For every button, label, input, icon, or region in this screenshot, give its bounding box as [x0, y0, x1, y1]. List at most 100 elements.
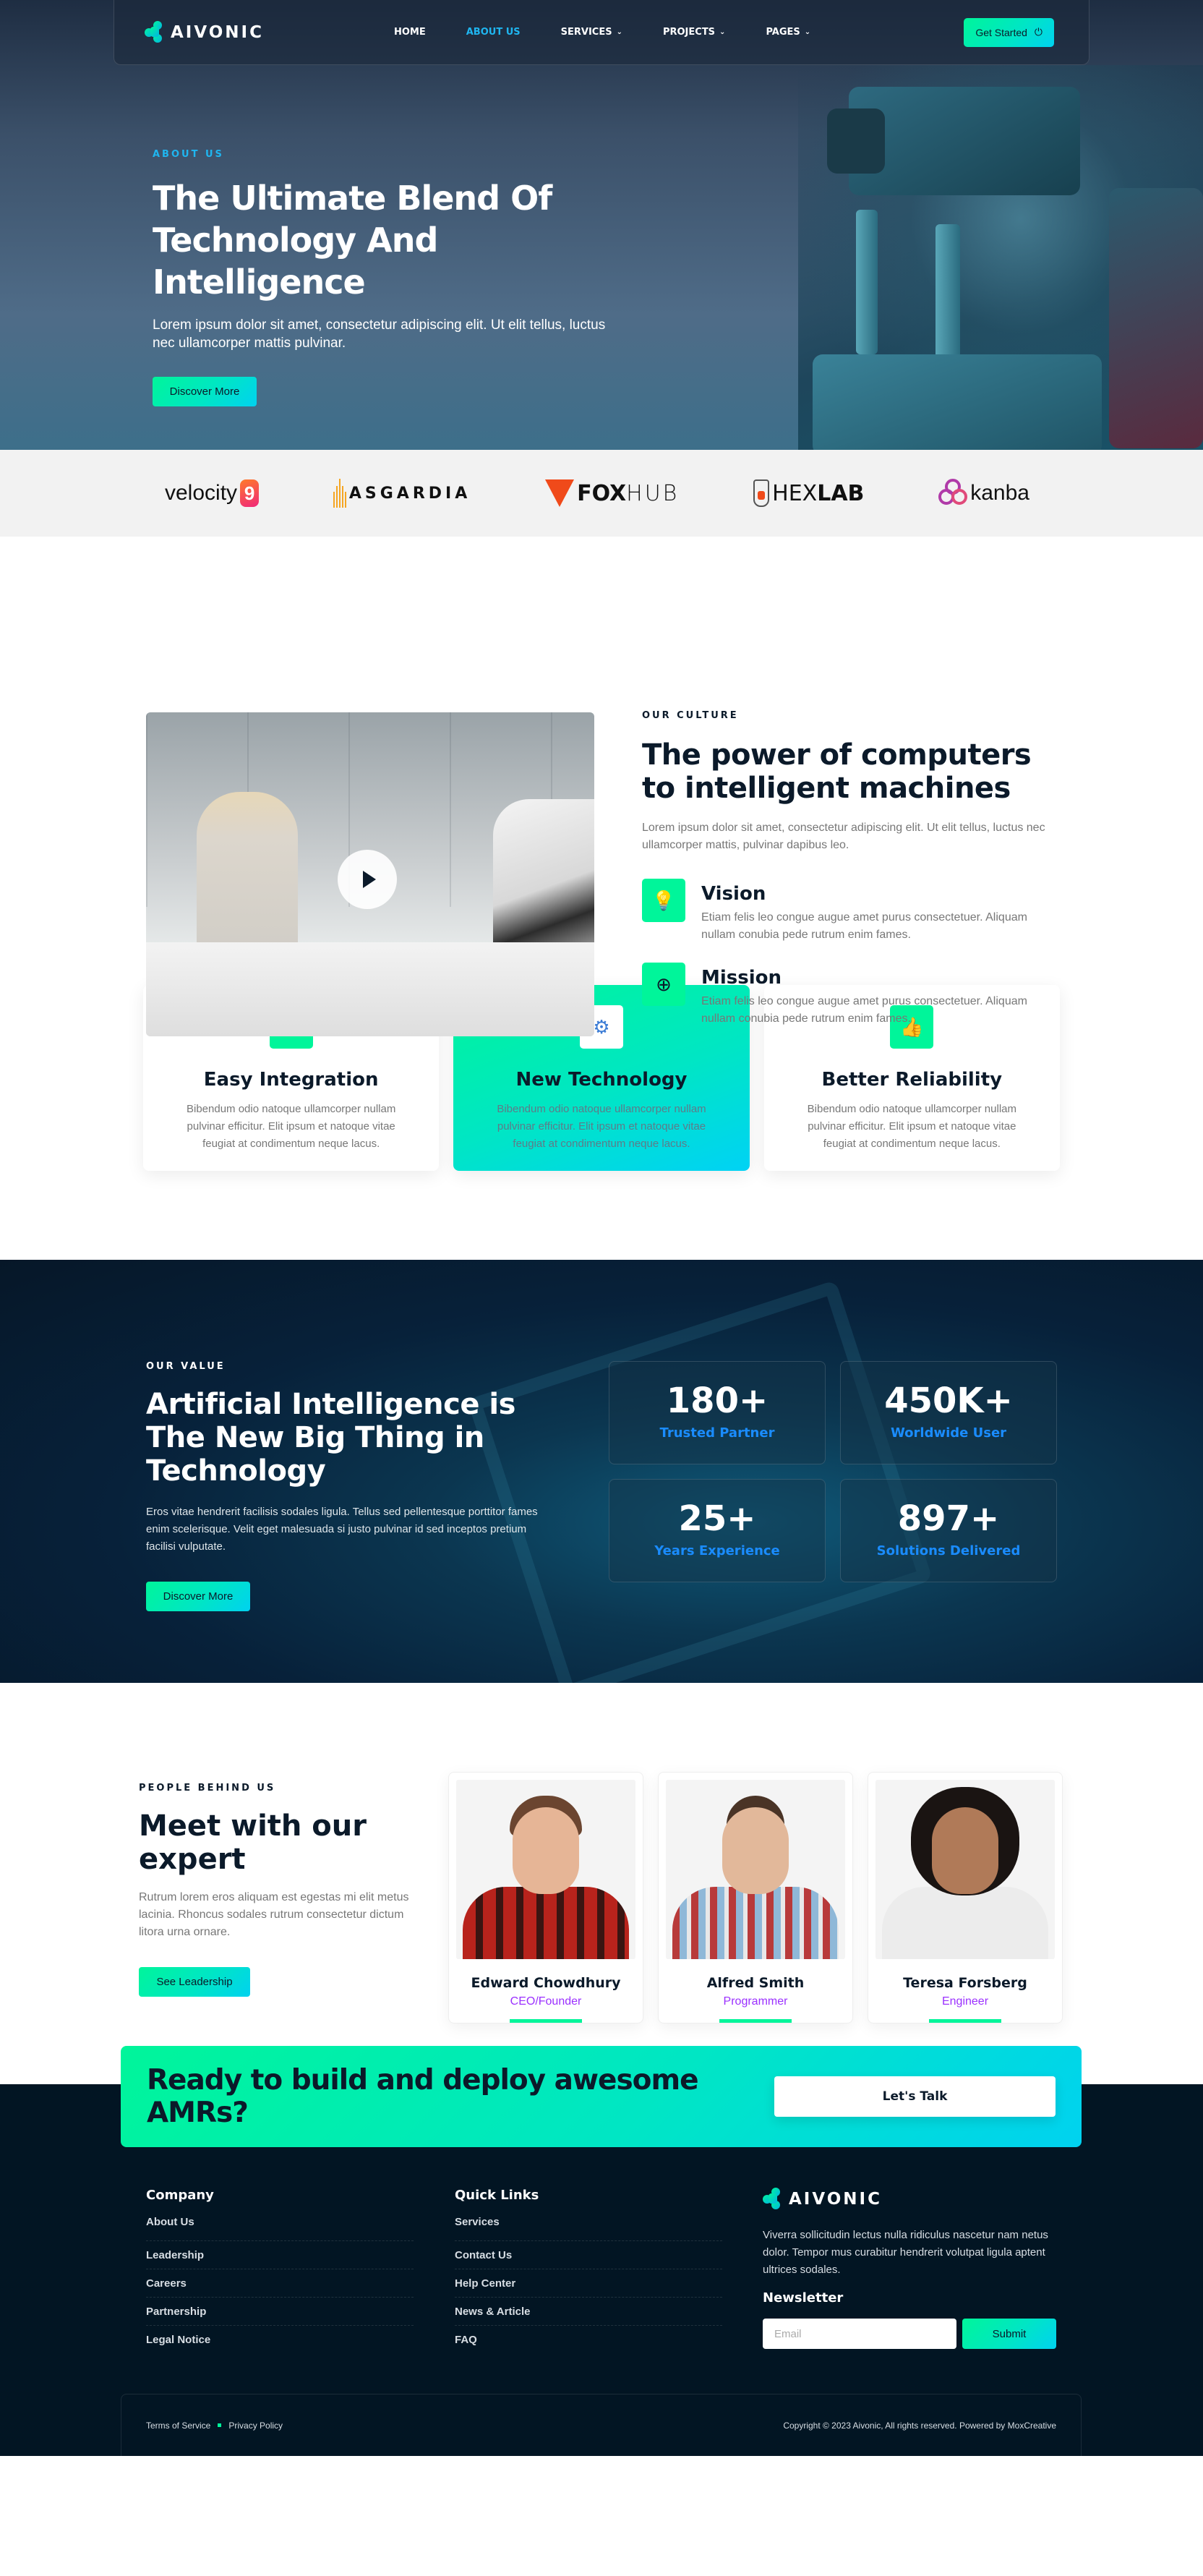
feature-title: Vision	[701, 883, 766, 905]
footer-quick-links-column: Quick Links Services Contact Us Help Cen…	[455, 2188, 722, 2354]
member-role: Engineer	[941, 1995, 989, 2008]
footer-link-leadership[interactable]: Leadership	[146, 2241, 414, 2269]
member-accent-bar	[510, 2019, 582, 2023]
stat-label: Trusted Partner	[659, 1425, 775, 1441]
footer-link-services[interactable]: Services	[455, 2217, 722, 2241]
partner-logo-velocity9[interactable]: velocity 9	[165, 479, 260, 507]
partner-logo-foxhub[interactable]: FOXHUB	[545, 479, 679, 507]
hero-discover-more-button[interactable]: Discover More	[153, 377, 257, 406]
service-text: Bibendum odio natoque ullamcorper nullam…	[186, 1103, 396, 1150]
footer-brand-column: AIVONIC Viverra sollicitudin lectus null…	[763, 2188, 1059, 2349]
service-title: Better Reliability	[821, 1069, 1003, 1091]
chevron-down-icon: ⌄	[719, 28, 726, 36]
footer-link-partnership[interactable]: Partnership	[146, 2298, 414, 2326]
top-navbar: AIVONIC HOME ABOUT US SERVICES ⌄ PROJECTS…	[114, 0, 1089, 65]
culture-text: Lorem ipsum dolor sit amet, consectetur …	[642, 822, 1045, 851]
chevron-down-icon: ⌄	[804, 28, 811, 36]
team-title: Meet with our expert	[139, 1809, 367, 1876]
stat-value: 25+	[678, 1498, 756, 1539]
newsletter-title: Newsletter	[763, 2290, 844, 2306]
play-button[interactable]	[338, 850, 397, 909]
stat-value: 180+	[666, 1381, 769, 1421]
hero-title: The Ultimate Blend Of Technology And Int…	[153, 179, 552, 302]
culture-text: OUR CULTURE The power of computers to in…	[642, 710, 1061, 1028]
see-leadership-button[interactable]: See Leadership	[139, 1967, 250, 1997]
member-name: Teresa Forsberg	[903, 1975, 1027, 1991]
cta-title: Ready to build and deploy awesome AMRs?	[147, 2064, 699, 2129]
member-photo	[666, 1780, 845, 1959]
nav-services[interactable]: SERVICES ⌄	[561, 27, 622, 38]
play-icon	[362, 871, 376, 888]
newsletter-submit-button[interactable]: Submit	[962, 2319, 1056, 2349]
newsletter-email-input[interactable]	[763, 2319, 956, 2349]
partner-logo-asgardia[interactable]: ASGARDIA	[333, 479, 471, 508]
member-role: CEO/Founder	[510, 1995, 582, 2008]
value-discover-more-button[interactable]: Discover More	[146, 1582, 250, 1611]
member-role: Programmer	[723, 1995, 788, 2008]
footer-link-news-article[interactable]: News & Article	[455, 2298, 722, 2326]
nav-home[interactable]: HOME	[394, 27, 426, 38]
nav-label: ABOUT US	[466, 27, 521, 38]
feature-vision: 💡 Vision Etiam felis leo congue augue am…	[642, 879, 1061, 944]
footer-link-contact-us[interactable]: Contact Us	[455, 2241, 722, 2269]
culture-section: OUR CULTURE The power of computers to in…	[0, 537, 1203, 1036]
footer-bottom-bar: Terms of Service Privacy Policy Copyrigh…	[121, 2394, 1082, 2456]
nav-pages[interactable]: PAGES ⌄	[766, 27, 810, 38]
footer-company-column: Company About Us Leadership Careers Part…	[146, 2188, 414, 2354]
partner-name-bold: LAB	[817, 480, 865, 506]
footer: Ready to build and deploy awesome AMRs? …	[0, 2046, 1203, 2456]
member-name: Alfred Smith	[706, 1975, 805, 1991]
team-member-card[interactable]: Alfred Smith Programmer	[658, 1772, 853, 2023]
footer-link-careers[interactable]: Careers	[146, 2269, 414, 2298]
partner-name: velocity	[165, 481, 238, 505]
footer-link-legal-notice[interactable]: Legal Notice	[146, 2326, 414, 2354]
logo-text: AIVONIC	[171, 22, 264, 42]
footer-logo[interactable]: AIVONIC	[763, 2188, 1059, 2211]
culture-video[interactable]	[146, 712, 594, 1036]
power-icon: ⏻	[1034, 26, 1043, 38]
service-title: Easy Integration	[203, 1069, 379, 1091]
team-member-card[interactable]: Teresa Forsberg Engineer	[868, 1772, 1063, 2023]
logo-text: AIVONIC	[789, 2190, 882, 2209]
brand-logo[interactable]: AIVONIC	[145, 20, 264, 44]
partner-badge: 9	[240, 479, 260, 507]
member-photo	[876, 1780, 1055, 1959]
stats-grid: 180+ Trusted Partner 450K+ Worldwide Use…	[609, 1361, 1057, 1582]
partner-logo-kanba[interactable]: kanba	[938, 479, 1029, 508]
member-accent-bar	[929, 2019, 1001, 2023]
stat-card: 180+ Trusted Partner	[609, 1361, 826, 1464]
lets-talk-button[interactable]: Let's Talk	[774, 2076, 1056, 2117]
fox-icon	[545, 479, 575, 507]
member-name: Edward Chowdhury	[471, 1975, 621, 1991]
main-nav: HOME ABOUT US SERVICES ⌄ PROJECTS ⌄ PAGES ⌄	[394, 27, 810, 38]
value-text: OUR VALUE Artificial Intelligence is The…	[146, 1361, 551, 1611]
separator-dot	[218, 2423, 222, 2427]
cta-banner: Ready to build and deploy awesome AMRs? …	[121, 2046, 1082, 2147]
partner-name-light: HUB	[626, 480, 680, 506]
footer-column-title: Quick Links	[455, 2188, 539, 2203]
kanba-icon	[938, 479, 968, 508]
nav-projects[interactable]: PROJECTS ⌄	[663, 27, 725, 38]
service-title: New Technology	[515, 1069, 688, 1091]
privacy-policy-link[interactable]: Privacy Policy	[228, 2421, 283, 2431]
stat-card: 450K+ Worldwide User	[840, 1361, 1057, 1464]
partner-name-light: HEX	[772, 480, 818, 506]
team-eyebrow: PEOPLE BEHIND US	[139, 1783, 276, 1794]
terms-of-service-link[interactable]: Terms of Service	[146, 2421, 210, 2431]
footer-link-help-center[interactable]: Help Center	[455, 2269, 722, 2298]
footer-link-about-us[interactable]: About Us	[146, 2217, 414, 2241]
nav-about-us[interactable]: ABOUT US	[466, 27, 521, 38]
stat-label: Years Experience	[654, 1543, 780, 1558]
footer-link-faq[interactable]: FAQ	[455, 2326, 722, 2354]
nav-label: PROJECTS	[662, 27, 716, 38]
get-started-button[interactable]: Get Started ⏻	[964, 17, 1054, 47]
team-member-card[interactable]: Edward Chowdhury CEO/Founder	[448, 1772, 643, 2023]
stat-value: 450K+	[884, 1381, 1013, 1421]
logo-icon	[145, 20, 166, 44]
target-icon: ⊕	[642, 963, 685, 1006]
partner-logo-hexlab[interactable]: HEXLAB	[753, 479, 864, 507]
partner-name: ASGARDIA	[348, 484, 471, 503]
feature-mission: ⊕ Mission Etiam felis leo congue augue a…	[642, 963, 1061, 1028]
culture-eyebrow: OUR CULTURE	[642, 710, 739, 721]
newsletter-form: Submit	[763, 2319, 1059, 2349]
